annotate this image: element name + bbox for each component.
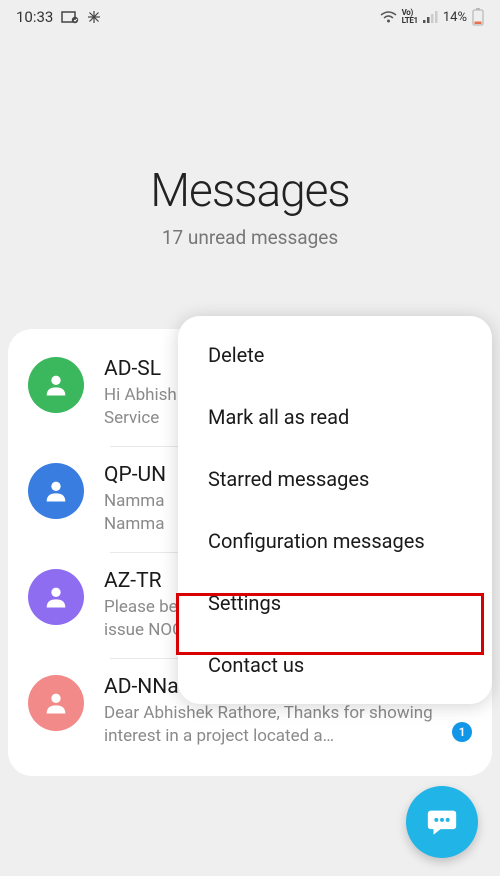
new-message-button[interactable] xyxy=(406,786,478,858)
unread-count: 17 unread messages xyxy=(20,226,480,249)
voicemail-icon xyxy=(61,10,79,24)
avatar xyxy=(28,675,84,731)
chat-icon xyxy=(425,805,459,839)
options-menu: Delete Mark all as read Starred messages… xyxy=(178,316,492,704)
battery-icon xyxy=(472,8,484,26)
header: Messages 17 unread messages xyxy=(0,34,500,329)
person-icon xyxy=(42,371,70,399)
person-icon xyxy=(42,689,70,717)
menu-item-starred[interactable]: Starred messages xyxy=(178,448,492,510)
status-right: Vo)LTE1 14% xyxy=(380,8,484,26)
avatar xyxy=(28,569,84,625)
signal-icon xyxy=(423,11,438,23)
battery-percent: 14% xyxy=(443,10,467,25)
page-title: Messages xyxy=(20,164,480,218)
person-icon xyxy=(42,477,70,505)
unread-badge: 1 xyxy=(452,722,472,742)
avatar xyxy=(28,357,84,413)
menu-item-configuration[interactable]: Configuration messages xyxy=(178,510,492,572)
menu-item-mark-all-read[interactable]: Mark all as read xyxy=(178,386,492,448)
volte-icon: Vo)LTE1 xyxy=(402,9,418,25)
message-preview: Dear Abhishek Rathore, Thanks for showin… xyxy=(104,702,472,748)
person-icon xyxy=(42,583,70,611)
status-bar: 10:33 Vo)LTE1 14% xyxy=(0,0,500,34)
wifi-icon xyxy=(380,11,397,24)
status-time: 10:33 xyxy=(16,8,53,26)
menu-item-settings[interactable]: Settings xyxy=(178,572,492,634)
snowflake-icon xyxy=(87,10,101,24)
menu-item-contact-us[interactable]: Contact us xyxy=(178,634,492,696)
status-left: 10:33 xyxy=(16,8,101,26)
menu-item-delete[interactable]: Delete xyxy=(178,324,492,386)
avatar xyxy=(28,463,84,519)
